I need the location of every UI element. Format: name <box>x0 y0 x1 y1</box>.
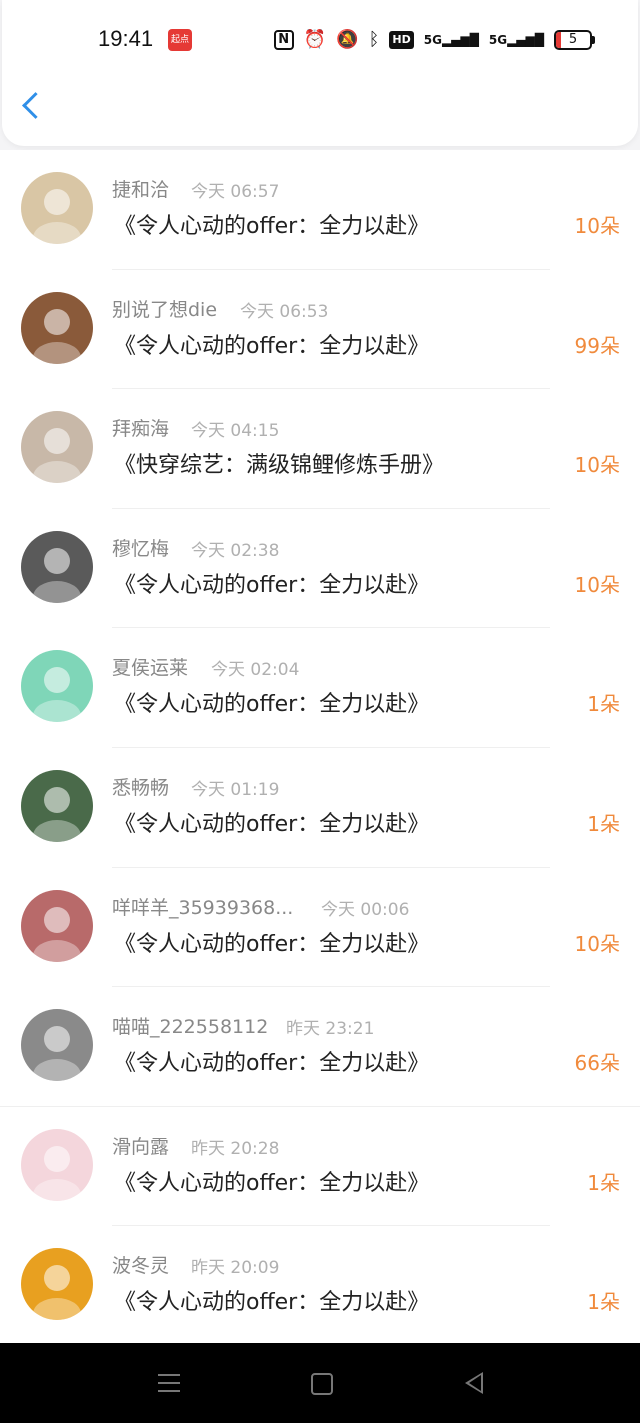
bluetooth-icon: ᛒ <box>368 29 380 50</box>
book-title: 《令人心动的offer：全力以赴》 <box>114 811 430 837</box>
gift-time: 昨天 23:21 <box>286 1019 375 1040</box>
list-item[interactable]: 喵喵_222558112 昨天 23:21 《令人心动的offer：全力以赴》 66朵 <box>0 987 640 1107</box>
flower-count: 99朵 <box>574 333 620 358</box>
flower-count: 66朵 <box>574 1051 620 1076</box>
book-title: 《令人心动的offer：全力以赴》 <box>114 692 430 718</box>
sender-name: 波冬灵 <box>112 1255 170 1278</box>
5g-signal-icon: 5G▂▄▆█ <box>488 33 544 47</box>
avatar[interactable] <box>21 530 93 603</box>
sender-name: 滑向露 <box>112 1135 170 1158</box>
flower-count: 10朵 <box>574 572 620 597</box>
book-title: 《令人心动的offer：全力以赴》 <box>114 931 430 957</box>
avatar[interactable] <box>21 889 93 962</box>
gift-time: 今天 06:57 <box>191 182 280 202</box>
gift-time: 今天 04:15 <box>191 421 280 442</box>
sender-name: 悉畅畅 <box>112 776 170 799</box>
flower-count: 10朵 <box>574 453 620 478</box>
avatar[interactable] <box>21 172 93 244</box>
avatar[interactable] <box>21 1128 93 1201</box>
book-title: 《令人心动的offer：全力以赴》 <box>114 333 430 359</box>
flower-gift-list: 捷和洽 今天 06:57 《令人心动的offer：全力以赴》 10朵 别说了想die 今天… <box>0 150 640 1346</box>
5g-signal-icon: 5G▂▄▆█ <box>423 33 479 47</box>
flower-count: 10朵 <box>574 931 620 956</box>
flower-count: 1朵 <box>587 692 620 717</box>
top-header: 19:41 起点 N ⏰ 🔕 ᛒ HD 5G▂▄▆█ 5G▂▄▆█ 5 <box>2 0 638 146</box>
gift-time: 今天 02:38 <box>191 540 280 561</box>
sender-name: 穆忆梅 <box>112 537 170 560</box>
gift-time: 今天 01:19 <box>191 779 280 800</box>
avatar[interactable] <box>21 769 93 842</box>
list-item[interactable]: 捷和洽 今天 06:57 《令人心动的offer：全力以赴》 10朵 <box>0 150 640 270</box>
flower-count: 1朵 <box>587 1290 620 1315</box>
list-item[interactable]: 夏侯运莱 今天 02:04 《令人心动的offer：全力以赴》 1朵 <box>0 628 640 748</box>
list-item[interactable]: 悉畅畅 今天 01:19 《令人心动的offer：全力以赴》 1朵 <box>0 748 640 868</box>
flower-count: 10朵 <box>574 214 620 238</box>
book-title: 《快穿综艺：满级锦鲤修炼手册》 <box>114 453 445 479</box>
book-title: 《令人心动的offer：全力以赴》 <box>114 572 430 598</box>
flower-count: 1朵 <box>587 811 620 836</box>
alarm-icon: ⏰ <box>303 29 327 50</box>
list-item[interactable]: 别说了想die 今天 06:53 《令人心动的offer：全力以赴》 99朵 <box>0 270 640 390</box>
app-notification-icon: 起点 <box>168 29 192 51</box>
avatar[interactable] <box>21 650 93 723</box>
avatar[interactable] <box>21 1009 93 1082</box>
avatar[interactable] <box>21 291 93 364</box>
gift-time: 昨天 20:09 <box>191 1258 280 1279</box>
list-item[interactable]: 拜痴海 今天 04:15 《快穿综艺：满级锦鲤修炼手册》 10朵 <box>0 389 640 509</box>
menu-icon[interactable] <box>158 1374 180 1392</box>
gift-time: 今天 02:04 <box>211 660 300 681</box>
book-title: 《令人心动的offer：全力以赴》 <box>114 1290 430 1316</box>
gift-time: 今天 00:06 <box>321 899 410 920</box>
sender-name: 喵喵_222558112 <box>112 1016 269 1039</box>
gift-time: 昨天 20:28 <box>191 1138 280 1159</box>
nfc-icon: N <box>273 30 294 50</box>
sender-name: 咩咩羊_35939368... <box>112 896 294 919</box>
battery-icon: 5 <box>554 30 595 50</box>
back-triangle-icon[interactable] <box>465 1372 483 1394</box>
list-item[interactable]: 波冬灵 昨天 20:09 《令人心动的offer：全力以赴》 1朵 <box>0 1226 640 1346</box>
book-title: 《令人心动的offer：全力以赴》 <box>114 1051 430 1077</box>
book-title: 《令人心动的offer：全力以赴》 <box>114 214 430 239</box>
hd-icon: HD <box>389 31 414 49</box>
list-item[interactable]: 滑向露 昨天 20:28 《令人心动的offer：全力以赴》 1朵 <box>0 1107 640 1227</box>
sender-name: 别说了想die <box>112 298 218 321</box>
flower-count: 1朵 <box>587 1170 620 1195</box>
status-time: 19:41 <box>98 26 154 51</box>
sender-name: 捷和洽 <box>112 179 170 201</box>
list-item[interactable]: 穆忆梅 今天 02:38 《令人心动的offer：全力以赴》 10朵 <box>0 509 640 629</box>
book-title: 《令人心动的offer：全力以赴》 <box>114 1170 430 1196</box>
home-icon[interactable] <box>311 1373 333 1395</box>
sender-name: 拜痴海 <box>112 418 170 441</box>
list-item[interactable]: 咩咩羊_35939368... 今天 00:06 《令人心动的offer：全力以赴》… <box>0 868 640 988</box>
avatar[interactable] <box>21 1248 93 1321</box>
sender-name: 夏侯运莱 <box>112 657 189 680</box>
avatar[interactable] <box>21 411 93 484</box>
mute-icon: 🔕 <box>336 29 359 50</box>
system-nav-bar <box>0 1343 640 1423</box>
status-icons: N ⏰ 🔕 ᛒ HD 5G▂▄▆█ 5G▂▄▆█ 5 <box>273 28 595 52</box>
back-button[interactable] <box>22 92 49 119</box>
gift-time: 今天 06:53 <box>240 301 329 322</box>
